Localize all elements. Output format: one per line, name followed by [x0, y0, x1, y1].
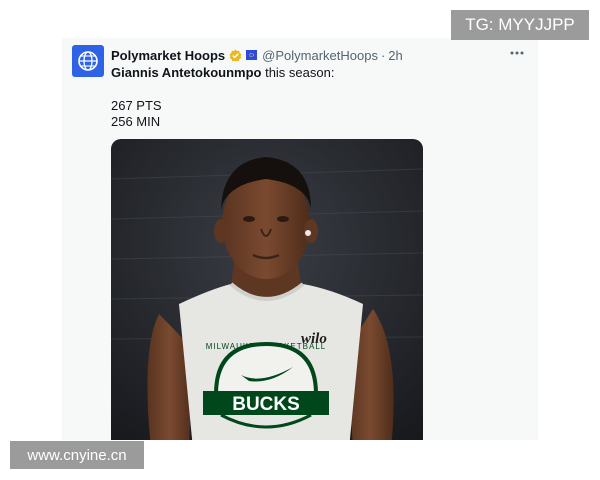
stat-points: 267 PTS [111, 98, 162, 113]
ellipsis-icon [510, 51, 524, 55]
tweet-header: Polymarket Hoops @PolymarketHoops · 2h [111, 46, 528, 64]
timestamp[interactable]: 2h [388, 48, 402, 63]
globe-icon [78, 51, 98, 71]
watermark-top: TG: MYYJJPP [451, 10, 589, 40]
jersey-sponsor-text: wilo [301, 331, 327, 347]
player-photo: MILWAUKEE BASKETBALL BUCKS wilo [111, 139, 423, 440]
display-name[interactable]: Polymarket Hoops [111, 48, 225, 63]
tweet-photo[interactable]: MILWAUKEE BASKETBALL BUCKS wilo [111, 139, 423, 440]
more-options-button[interactable] [506, 44, 528, 62]
separator-dot: · [380, 47, 386, 63]
subject-name: Giannis Antetokounmpo [111, 65, 262, 80]
tweet-card[interactable]: Polymarket Hoops @PolymarketHoops · 2h G… [62, 38, 538, 440]
subject-suffix: this season: [261, 65, 335, 80]
user-handle[interactable]: @PolymarketHoops [262, 48, 378, 63]
tweet-stats: 267 PTS 256 MIN [111, 98, 162, 130]
stat-minutes: 256 MIN [111, 114, 161, 129]
watermark-bottom: www.cnyine.cn [10, 441, 144, 469]
avatar[interactable] [72, 45, 104, 77]
eu-flag-icon [246, 50, 258, 60]
jersey-team-text: BUCKS [232, 394, 300, 415]
verified-badge-icon [229, 49, 242, 62]
tweet-text-line: Giannis Antetokounmpo this season: [111, 65, 334, 80]
